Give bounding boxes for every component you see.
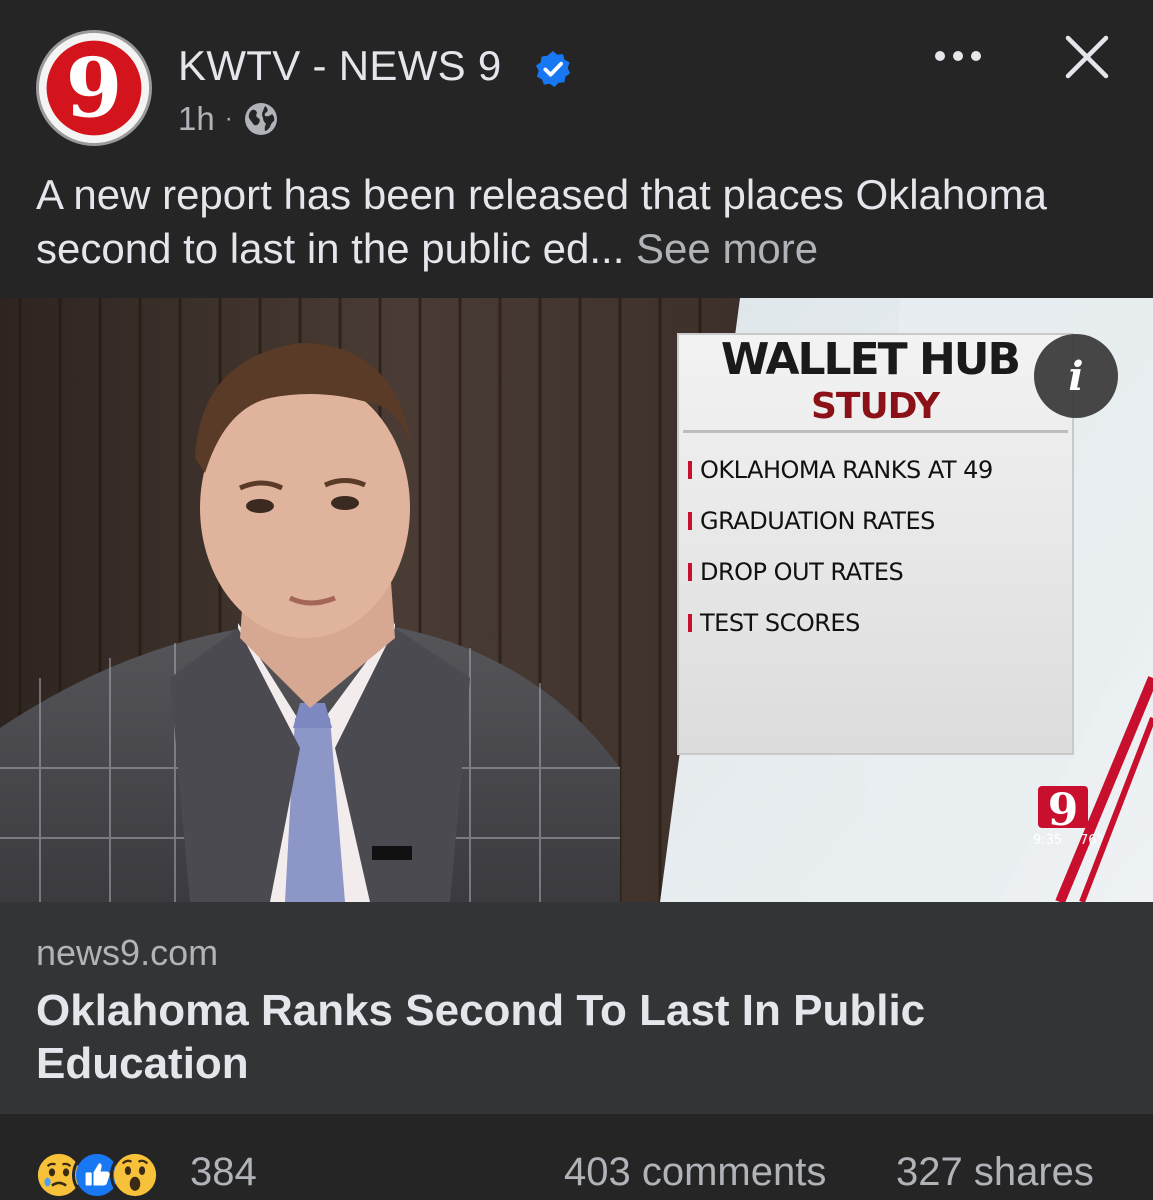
meta-separator: · <box>224 105 233 132</box>
graphic-list-item: DROP OUT RATES <box>688 546 1078 597</box>
shares-count[interactable]: 327 shares <box>896 1150 1094 1195</box>
close-icon[interactable] <box>1062 32 1112 82</box>
post-caption: A new report has been released that plac… <box>36 168 1126 276</box>
post-meta: 1h · <box>178 100 279 138</box>
graphic-item-text: OKLAHOMA RANKS AT 49 <box>700 455 993 484</box>
graphic-item-text: GRADUATION RATES <box>700 506 935 535</box>
bullet-bar <box>688 562 692 581</box>
graphic-list: OKLAHOMA RANKS AT 49 GRADUATION RATES DR… <box>688 444 1078 648</box>
wow-reaction-icon <box>110 1150 160 1200</box>
link-domain: news9.com <box>36 932 219 973</box>
post-time[interactable]: 1h <box>178 100 215 138</box>
facebook-post: 9 KWTV - NEWS 9 1h · A new report has be… <box>0 0 1153 1200</box>
graphic-list-item: GRADUATION RATES <box>688 495 1078 546</box>
post-header: 9 KWTV - NEWS 9 1h · <box>0 0 1153 160</box>
comments-count[interactable]: 403 comments <box>564 1150 826 1195</box>
verified-badge-icon <box>535 50 571 88</box>
reaction-count[interactable]: 384 <box>190 1150 257 1195</box>
station-bug-temp: 76° <box>1080 833 1104 848</box>
news9-logo-icon: 9 <box>39 33 149 143</box>
reaction-icons[interactable] <box>34 1150 160 1200</box>
bullet-bar <box>688 460 692 479</box>
station-bug-time: 9:35 <box>1033 833 1063 848</box>
station-bug-logo: 9 <box>1048 785 1079 836</box>
bullet-bar <box>688 613 692 632</box>
link-title: Oklahoma Ranks Second To Last In Public … <box>36 986 926 1088</box>
link-preview[interactable]: news9.com Oklahoma Ranks Second To Last … <box>0 902 1153 1114</box>
graphic-list-item: OKLAHOMA RANKS AT 49 <box>688 444 1078 495</box>
graphic-item-text: DROP OUT RATES <box>700 557 904 586</box>
graphic-item-text: TEST SCORES <box>700 608 860 637</box>
bullet-bar <box>688 511 692 530</box>
graphic-list-item: TEST SCORES <box>688 597 1078 648</box>
svg-text:9: 9 <box>66 40 123 136</box>
news-video-thumbnail[interactable]: 9 WALLET HUB STUDY OKLAHOMA RANKS AT 49 … <box>0 298 1153 902</box>
caption-text: A new report has been released that plac… <box>36 171 1047 272</box>
globe-icon <box>244 103 277 135</box>
see-more-link[interactable]: See more <box>636 225 818 272</box>
page-avatar[interactable]: 9 <box>36 30 152 146</box>
more-options-icon[interactable] <box>930 36 986 76</box>
page-name[interactable]: KWTV - NEWS 9 <box>178 42 502 90</box>
engagement-bar: 384 403 comments 327 shares <box>0 1114 1153 1200</box>
info-icon[interactable]: i <box>1034 334 1118 418</box>
graphic-title: WALLET HUB <box>720 334 1021 385</box>
graphic-subtitle: STUDY <box>810 386 940 427</box>
